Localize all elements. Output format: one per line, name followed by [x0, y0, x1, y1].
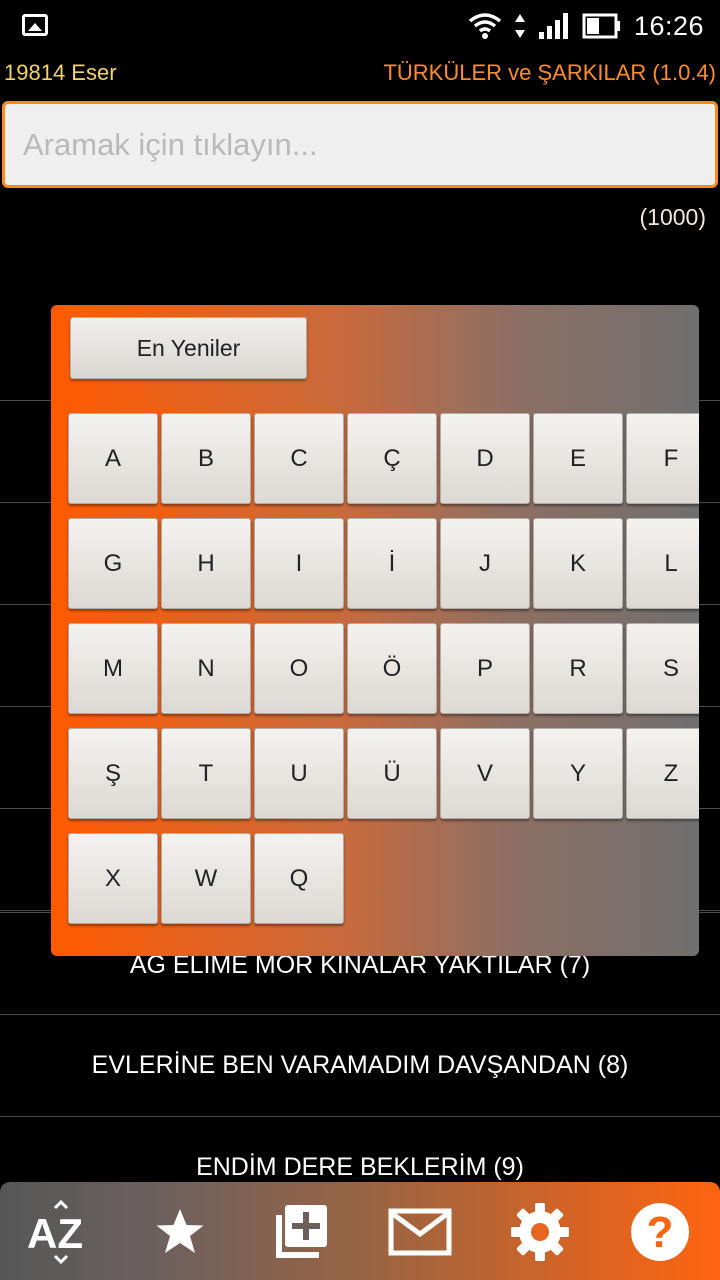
letter-key[interactable]: M	[68, 623, 158, 714]
image-notification-icon	[22, 14, 48, 36]
letter-key[interactable]: N	[161, 623, 251, 714]
letter-key[interactable]: H	[161, 518, 251, 609]
list-item[interactable]: EVLERİNE BEN VARAMADIM DAVŞANDAN (8)	[0, 1014, 720, 1116]
letter-key[interactable]: P	[440, 623, 530, 714]
wifi-icon	[468, 13, 502, 39]
letter-key[interactable]: J	[440, 518, 530, 609]
letter-key[interactable]: İ	[347, 518, 437, 609]
letter-key[interactable]: W	[161, 833, 251, 924]
mail-button[interactable]	[380, 1194, 460, 1270]
letter-key[interactable]: F	[626, 413, 699, 504]
app-title: TÜRKÜLER ve ŞARKILAR (1.0.4)	[383, 60, 716, 85]
letter-key[interactable]: E	[533, 413, 623, 504]
battery-icon	[582, 13, 620, 39]
svg-text:?: ?	[647, 1208, 674, 1257]
svg-text:AZ: AZ	[27, 1210, 83, 1257]
add-button[interactable]	[260, 1194, 340, 1270]
letter-key[interactable]: S	[626, 623, 699, 714]
letter-key[interactable]: R	[533, 623, 623, 714]
sort-az-button[interactable]: AZ	[20, 1194, 100, 1270]
letter-key[interactable]: Ü	[347, 728, 437, 819]
letter-key[interactable]: Y	[533, 728, 623, 819]
letter-key[interactable]: Ç	[347, 413, 437, 504]
gear-icon	[511, 1203, 569, 1261]
letter-key[interactable]: X	[68, 833, 158, 924]
newest-button[interactable]: En Yeniler	[70, 317, 307, 379]
letter-key[interactable]: C	[254, 413, 344, 504]
result-count: (1000)	[639, 204, 706, 230]
letter-key[interactable]: Q	[254, 833, 344, 924]
bottom-toolbar: AZ ?	[0, 1182, 720, 1280]
search-box[interactable]	[2, 101, 718, 188]
mail-icon	[388, 1208, 452, 1256]
letter-key[interactable]: U	[254, 728, 344, 819]
letter-key[interactable]: D	[440, 413, 530, 504]
letter-key[interactable]: B	[161, 413, 251, 504]
status-bar: 16:26	[0, 0, 720, 52]
star-icon	[156, 1209, 204, 1253]
alphabet-panel: En Yeniler ABCÇDEF GHIİJKL MNOÖPRS ŞTUÜVYZ X…	[51, 305, 699, 956]
data-transfer-icon	[514, 14, 525, 38]
letter-key[interactable]: K	[533, 518, 623, 609]
letter-key[interactable]: I	[254, 518, 344, 609]
header: 19814 Eser TÜRKÜLER ve ŞARKILAR (1.0.4)	[0, 56, 720, 92]
letter-key[interactable]: L	[626, 518, 699, 609]
help-icon: ?	[631, 1203, 689, 1261]
letter-key[interactable]: Ö	[347, 623, 437, 714]
letter-key[interactable]: O	[254, 623, 344, 714]
letter-key[interactable]: Z	[626, 728, 699, 819]
signal-icon	[538, 13, 568, 39]
favorites-button[interactable]	[140, 1194, 220, 1270]
letter-key[interactable]: G	[68, 518, 158, 609]
search-input[interactable]	[5, 104, 715, 185]
letter-key[interactable]: A	[68, 413, 158, 504]
add-to-library-icon	[276, 1205, 327, 1258]
settings-button[interactable]	[500, 1194, 580, 1270]
letter-key[interactable]: Ş	[68, 728, 158, 819]
help-button[interactable]: ?	[620, 1194, 700, 1270]
letter-key[interactable]: T	[161, 728, 251, 819]
letter-key[interactable]: V	[440, 728, 530, 819]
clock: 16:26	[633, 10, 704, 41]
sort-az-icon: AZ	[27, 1200, 83, 1264]
work-count-label: 19814 Eser	[4, 60, 117, 85]
